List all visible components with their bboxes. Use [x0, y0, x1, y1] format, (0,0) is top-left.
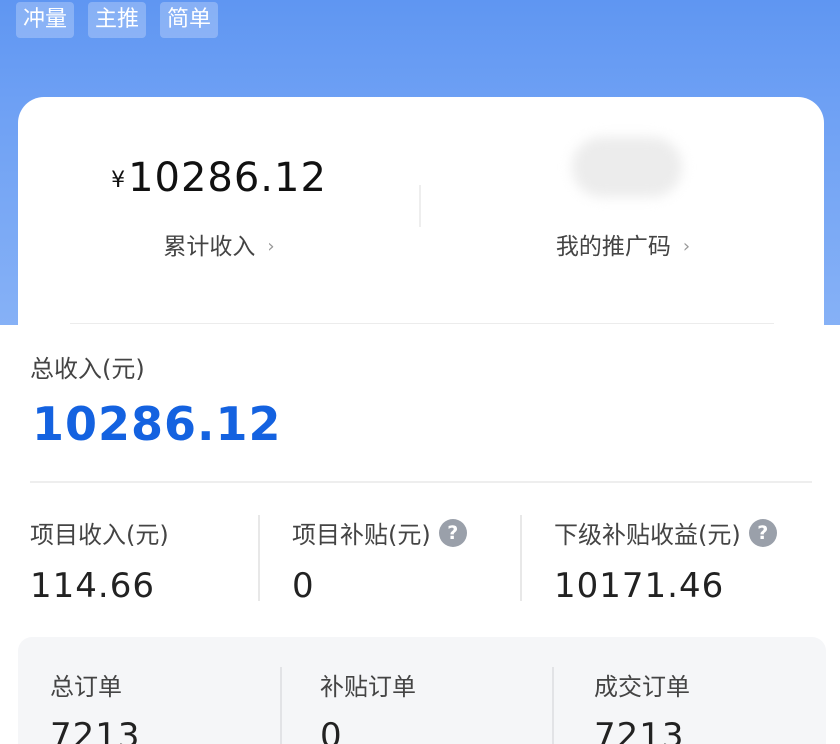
order-value: 7213	[50, 716, 141, 744]
tag-jiandan[interactable]: 简单	[160, 2, 219, 38]
cumulative-income-label: 累计收入	[163, 234, 256, 260]
stat-value: 0	[292, 566, 315, 606]
income-details-panel: 总收入(元) 10286.12 项目收入(元) 114.66 项目补贴(元)? …	[0, 325, 840, 744]
order-value: 7213	[594, 716, 685, 744]
order-total: 总订单 7213	[50, 667, 141, 744]
card-bottom-divider	[70, 323, 774, 324]
stat-label: 项目收入(元)	[30, 521, 169, 549]
stat-project-subsidy: 项目补贴(元)? 0	[292, 515, 467, 606]
stat-value: 10171.46	[554, 566, 725, 606]
order-divider	[552, 667, 554, 744]
section-divider	[30, 481, 812, 483]
order-completed: 成交订单 7213	[594, 667, 690, 744]
stat-label: 下级补贴收益(元)	[554, 521, 741, 549]
order-subsidy: 补贴订单 0	[320, 667, 416, 744]
chevron-right-icon: ›	[682, 236, 691, 257]
order-divider	[280, 667, 282, 744]
total-income-value: 10286.12	[32, 397, 282, 451]
promo-code-label: 我的推广码	[555, 234, 671, 260]
chevron-right-icon: ›	[267, 236, 275, 257]
orders-summary: 总订单 7213 补贴订单 0 成交订单 7213	[18, 637, 826, 744]
cumulative-amount: ¥10286.12	[18, 155, 420, 201]
card-divider	[419, 185, 421, 227]
help-icon[interactable]: ?	[438, 518, 467, 547]
promo-code-link[interactable]: 我的推广码 ›	[422, 227, 824, 261]
stat-label: 项目补贴(元)	[292, 521, 431, 549]
order-label: 总订单	[50, 673, 122, 701]
tag-list: 冲量 主推 简单	[16, 2, 219, 38]
stat-divider	[258, 515, 260, 601]
order-value: 0	[320, 716, 343, 744]
help-icon[interactable]: ?	[748, 518, 777, 547]
stat-subordinate-subsidy: 下级补贴收益(元)? 10171.46	[554, 515, 777, 606]
order-label: 成交订单	[594, 673, 690, 701]
currency-symbol: ¥	[111, 168, 127, 193]
tag-chongliang[interactable]: 冲量	[16, 2, 75, 38]
blurred-qr-thumbnail	[572, 137, 682, 197]
tag-zhutui[interactable]: 主推	[88, 2, 147, 38]
total-income-label: 总收入(元)	[30, 355, 145, 383]
stat-divider	[520, 515, 522, 601]
stat-value: 114.66	[30, 566, 155, 606]
cumulative-amount-value: 10286.12	[128, 155, 327, 201]
promo-code-section[interactable]: 我的推广码 ›	[422, 97, 824, 325]
stat-project-income: 项目收入(元) 114.66	[30, 515, 169, 606]
summary-card: ¥10286.12 累计收入 › 我的推广码 ›	[18, 97, 824, 357]
order-label: 补贴订单	[320, 673, 416, 701]
cumulative-income-link[interactable]: 累计收入 ›	[18, 227, 420, 261]
cumulative-income-section[interactable]: ¥10286.12 累计收入 ›	[18, 97, 420, 325]
